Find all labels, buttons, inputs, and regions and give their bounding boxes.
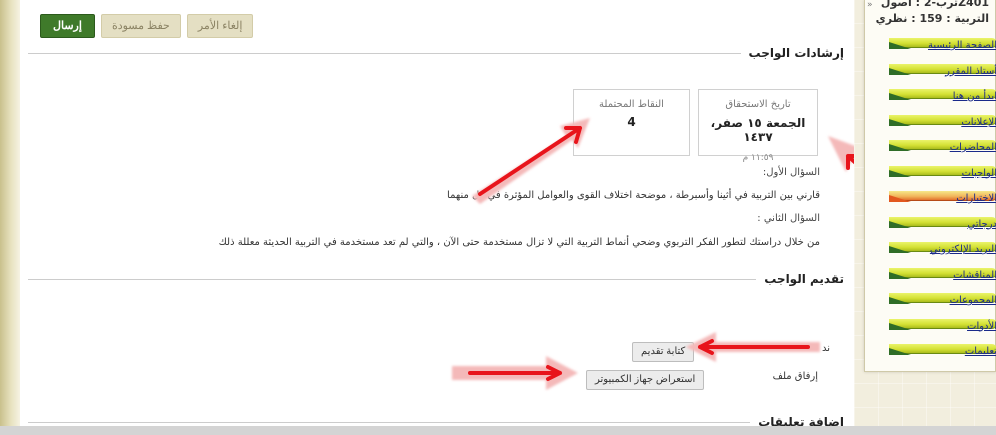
possible-points-value: 4	[627, 115, 636, 129]
menu-corner	[889, 322, 911, 330]
sidebar-item-label: الأدوات	[967, 320, 996, 332]
menu-corner	[889, 169, 911, 177]
instructions-header: إرشادات الواجب	[28, 45, 844, 61]
course-menu: الصفحة الرئيسية أستاذ المقرر ابدأ من هنا…	[889, 35, 996, 367]
course-sidebar: » Z401ترب-2 : أصول التربية : 159 : نظري …	[854, 0, 996, 426]
question-1-label: السؤال الأول:	[762, 167, 820, 178]
question-1-text: قارني بين التربية في أثينا وأسبرطة ، موض…	[447, 190, 820, 201]
possible-points-label: النقاط المحتملة	[599, 99, 664, 110]
sidebar-item-label: تعليمات	[964, 346, 996, 357]
send-button[interactable]: إرسال	[40, 14, 95, 38]
sidebar-item-assignments[interactable]: الواجبات	[889, 163, 996, 183]
due-date-label: تاريخ الاستحقاق	[725, 99, 791, 110]
sidebar-item-tests[interactable]: الاختبارات	[889, 188, 996, 208]
sidebar-item-help[interactable]: تعليمات	[889, 341, 996, 361]
sidebar-item-label: الاختبارات	[956, 193, 996, 204]
sidebar-item-label: درجاتي	[967, 218, 996, 230]
menu-corner	[889, 271, 911, 279]
menu-corner	[889, 348, 911, 355]
question-2-label: السؤال الثاني :	[757, 213, 820, 224]
menu-corner	[889, 144, 911, 151]
menu-corner	[889, 195, 911, 202]
divider	[28, 52, 741, 54]
sidebar-item-start-here[interactable]: ابدأ من هنا	[889, 86, 996, 106]
action-toolbar: إرسال حفظ مسودة إلغاء الأمر	[40, 14, 254, 38]
left-decoration	[0, 0, 20, 435]
write-submission-button[interactable]: كتابة تقديم	[632, 342, 695, 362]
sidebar-item-label: الصفحة الرئيسية	[928, 40, 996, 51]
instructions-title: إرشادات الواجب	[748, 46, 844, 60]
submission-header: تقديم الواجب	[28, 271, 844, 287]
sidebar-item-label: المناقشات	[953, 269, 996, 281]
course-title-line-1: Z401ترب-2 : أصول	[880, 0, 989, 9]
sidebar-item-home[interactable]: الصفحة الرئيسية	[889, 35, 996, 55]
sidebar-item-tools[interactable]: الأدوات	[889, 316, 996, 336]
sidebar-item-label: ابدأ من هنا	[952, 91, 996, 102]
browse-computer-button[interactable]: استعراض جهاز الكمبيوتر	[586, 370, 705, 390]
question-2-text: من خلال دراستك لتطور الفكر التربوي وضحي …	[218, 237, 820, 248]
possible-points-box: النقاط المحتملة 4	[573, 89, 690, 156]
text-submission-label: ند	[821, 343, 830, 354]
submission-title: تقديم الواجب	[764, 272, 844, 286]
menu-corner	[889, 42, 911, 49]
menu-corner	[889, 118, 911, 126]
sidebar-item-announcements[interactable]: الإعلانات	[889, 112, 996, 132]
save-draft-button[interactable]: حفظ مسودة	[100, 14, 181, 38]
bottom-strip	[0, 426, 996, 435]
attach-file-label: إرفاق ملف	[772, 371, 818, 382]
menu-corner	[889, 67, 911, 75]
sidebar-item-label: الإعلانات	[961, 116, 996, 128]
due-date-value: الجمعة ١٥ صفر، ١٤٣٧	[710, 116, 806, 144]
sidebar-item-groups[interactable]: المجموعات	[889, 290, 996, 310]
due-time-value: ١١:٥٩ م	[742, 153, 774, 163]
menu-corner	[889, 93, 911, 100]
assignment-main-panel: إرسال حفظ مسودة إلغاء الأمر إرشادات الوا…	[20, 0, 854, 429]
menu-corner	[889, 246, 911, 253]
due-date-box: تاريخ الاستحقاق الجمعة ١٥ صفر، ١٤٣٧ ١١:٥…	[698, 89, 818, 163]
sidebar-item-label: الواجبات	[961, 167, 996, 179]
sidebar-item-label: المجموعات	[949, 295, 996, 306]
double-arrow-icon[interactable]: »	[867, 0, 873, 10]
menu-corner	[889, 297, 911, 304]
sidebar-item-instructor[interactable]: أستاذ المقرر	[889, 61, 996, 81]
menu-corner	[889, 220, 911, 228]
sidebar-item-email[interactable]: البريد الإلكتروني	[889, 239, 996, 259]
sidebar-item-label: أستاذ المقرر	[945, 65, 996, 77]
sidebar-item-discussions[interactable]: المناقشات	[889, 265, 996, 285]
course-menu-panel: » Z401ترب-2 : أصول التربية : 159 : نظري …	[864, 0, 996, 372]
divider	[28, 421, 751, 423]
sidebar-item-label: المحاضرات	[949, 142, 996, 153]
cancel-button[interactable]: إلغاء الأمر	[186, 14, 254, 38]
divider	[28, 278, 757, 280]
sidebar-item-label: البريد الإلكتروني	[929, 244, 996, 255]
course-title-line-2: التربية : 159 : نظري	[875, 12, 989, 25]
sidebar-item-lectures[interactable]: المحاضرات	[889, 137, 996, 157]
sidebar-item-my-grades[interactable]: درجاتي	[889, 214, 996, 234]
